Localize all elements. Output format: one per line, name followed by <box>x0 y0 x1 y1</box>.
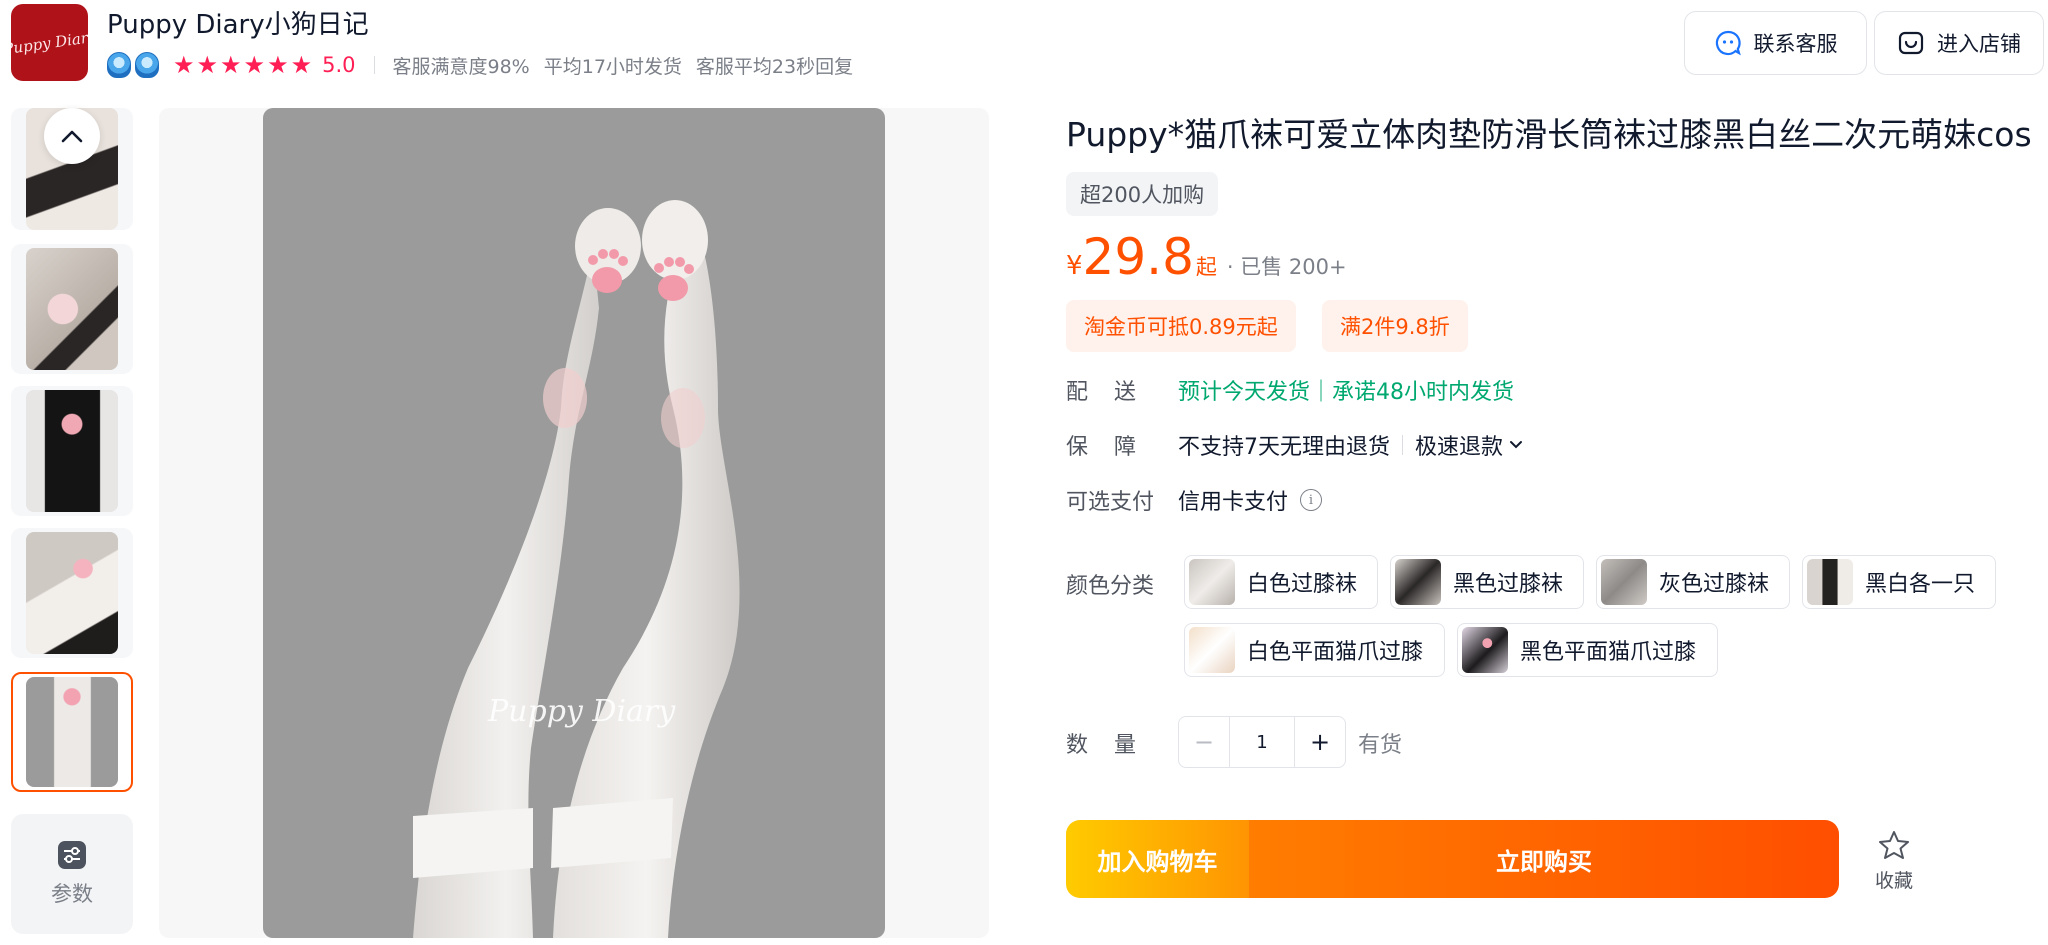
star-icon: ★ <box>196 51 219 79</box>
stockings-illustration <box>413 200 740 938</box>
star-icon: ★ <box>290 51 313 79</box>
sku-swatch-image <box>1189 559 1235 605</box>
sku-label: 黑色过膝袜 <box>1453 572 1564 597</box>
rating-stars: ★ ★ ★ ★ ★ ★ <box>173 53 312 77</box>
sku-option[interactable]: 灰色过膝袜 <box>1596 555 1790 609</box>
enter-store-button[interactable]: 进入店铺 <box>1874 11 2044 75</box>
divider <box>373 56 375 74</box>
price-row: ¥ 29.8 起 · 已售 200+ <box>1066 228 1347 286</box>
sku-option[interactable]: 白色平面猫爪过膝 <box>1184 623 1445 677</box>
return-policy: 不支持7天无理由退货 <box>1178 435 1390 460</box>
main-product-image[interactable] <box>263 108 885 938</box>
product-thumbnail-image <box>26 677 118 787</box>
sold-count: · 已售 200+ <box>1226 255 1347 279</box>
price-value: 29.8 <box>1082 228 1194 286</box>
sku-label: 白色过膝袜 <box>1247 572 1358 597</box>
sliders-icon <box>58 841 86 869</box>
crown-badge-icon <box>135 52 159 78</box>
sku-label: 黑色平面猫爪过膝 <box>1520 640 1697 665</box>
thumbnail-4[interactable] <box>11 528 133 658</box>
star-outline-icon <box>1879 831 1909 859</box>
chevron-down-icon <box>1510 441 1523 449</box>
service-satisfaction: 客服满意度98% <box>392 55 530 78</box>
quantity-decrease-button[interactable]: − <box>1179 717 1229 767</box>
chevron-up-icon <box>61 130 83 143</box>
sku-swatch-image <box>1807 559 1853 605</box>
avg-reply-time: 客服平均23秒回复 <box>695 55 854 78</box>
contact-service-button[interactable]: 联系客服 <box>1684 11 1867 75</box>
enter-store-label: 进入店铺 <box>1937 32 2021 56</box>
sku-label: 灰色过膝袜 <box>1659 572 1770 597</box>
params-label: 参数 <box>51 882 93 906</box>
info-icon[interactable]: i <box>1300 489 1323 511</box>
credit-card-payment: 信用卡支付 <box>1178 490 1289 515</box>
store-name[interactable]: Puppy Diary小狗日记 <box>107 4 369 41</box>
price-currency: ¥ <box>1066 251 1083 281</box>
divider <box>1402 435 1403 455</box>
sku-swatch-image <box>1462 627 1508 673</box>
purchase-bar: 加入购物车 立即购买 <box>1066 820 1839 898</box>
favorite-label: 收藏 <box>1874 870 1913 892</box>
quantity-label: 数量 <box>1066 733 1163 758</box>
star-icon: ★ <box>243 51 266 79</box>
image-watermark: Puppy Diary <box>488 694 676 729</box>
favorite-button[interactable]: 收藏 <box>1872 830 1916 893</box>
quantity-stepper: − 1 + <box>1178 716 1346 768</box>
star-icon: ★ <box>173 51 195 79</box>
star-icon: ★ <box>220 51 242 79</box>
thumbnail-scroll-up-button[interactable] <box>44 108 100 164</box>
product-thumbnail-image <box>26 248 118 370</box>
product-thumbnail-image <box>26 390 118 512</box>
add-to-cart-button[interactable]: 加入购物车 <box>1066 820 1249 898</box>
crown-badge-icon <box>107 52 131 78</box>
thumbnail-5-selected[interactable] <box>11 672 133 792</box>
payment-value: 信用卡支付 i <box>1178 484 1323 516</box>
promo-coin-discount[interactable]: 淘金币可抵0.89元起 <box>1066 300 1296 352</box>
buyers-tag: 超200人加购 <box>1066 172 1219 216</box>
stock-status: 有货 <box>1358 733 1403 758</box>
fast-refund-label: 极速退款 <box>1415 435 1504 460</box>
quantity-input[interactable]: 1 <box>1229 717 1295 767</box>
store-rating: 5.0 <box>322 53 356 77</box>
store-meta: ★ ★ ★ ★ ★ ★ 5.0 客服满意度98% 平均17小时发货 客服平均23… <box>107 50 867 80</box>
price-suffix: 起 <box>1195 255 1217 279</box>
avg-shipping-time: 平均17小时发货 <box>543 55 682 78</box>
star-icon: ★ <box>267 51 289 79</box>
thumbnail-list: 参数 <box>11 108 133 938</box>
sku-swatch-image <box>1189 627 1235 673</box>
store-icon <box>1897 29 1925 57</box>
guarantee-value: 不支持7天无理由退货 极速退款 <box>1178 429 1523 461</box>
params-button[interactable]: 参数 <box>11 814 133 934</box>
fast-refund-dropdown[interactable]: 极速退款 <box>1415 429 1523 461</box>
sku-option[interactable]: 白色过膝袜 <box>1184 555 1378 609</box>
sku-label: 白色平面猫爪过膝 <box>1247 640 1424 665</box>
sku-option[interactable]: 黑色平面猫爪过膝 <box>1457 623 1718 677</box>
buy-now-button[interactable]: 立即购买 <box>1249 820 1839 898</box>
color-label: 颜色分类 <box>1066 574 1155 599</box>
thumbnail-3[interactable] <box>11 386 133 516</box>
store-logo[interactable]: Puppy Diary <box>11 4 88 81</box>
delivery-value: 预计今天发货｜承诺48小时内发货 <box>1178 380 1514 405</box>
contact-service-label: 联系客服 <box>1753 32 1838 56</box>
store-badges <box>107 52 159 78</box>
sku-swatch-image <box>1601 559 1647 605</box>
payment-label: 可选支付 <box>1066 490 1155 515</box>
sku-label: 黑白各一只 <box>1865 572 1976 597</box>
product-title: Puppy*猫爪袜可爱立体肉垫防滑长筒袜过膝黑白丝二次元萌妹cos <box>1066 115 2032 154</box>
customer-service-icon <box>1714 29 1742 57</box>
store-logo-text: Puppy Diary <box>11 27 88 58</box>
product-thumbnail-image <box>26 532 118 654</box>
sku-option[interactable]: 黑色过膝袜 <box>1390 555 1584 609</box>
delivery-label: 配送 <box>1066 380 1163 405</box>
thumbnail-2[interactable] <box>11 244 133 374</box>
guarantee-label: 保障 <box>1066 435 1163 460</box>
promo-multi-buy[interactable]: 满2件9.8折 <box>1322 300 1468 352</box>
quantity-increase-button[interactable]: + <box>1295 717 1345 767</box>
sku-swatch-image <box>1395 559 1441 605</box>
sku-option[interactable]: 黑白各一只 <box>1802 555 1996 609</box>
